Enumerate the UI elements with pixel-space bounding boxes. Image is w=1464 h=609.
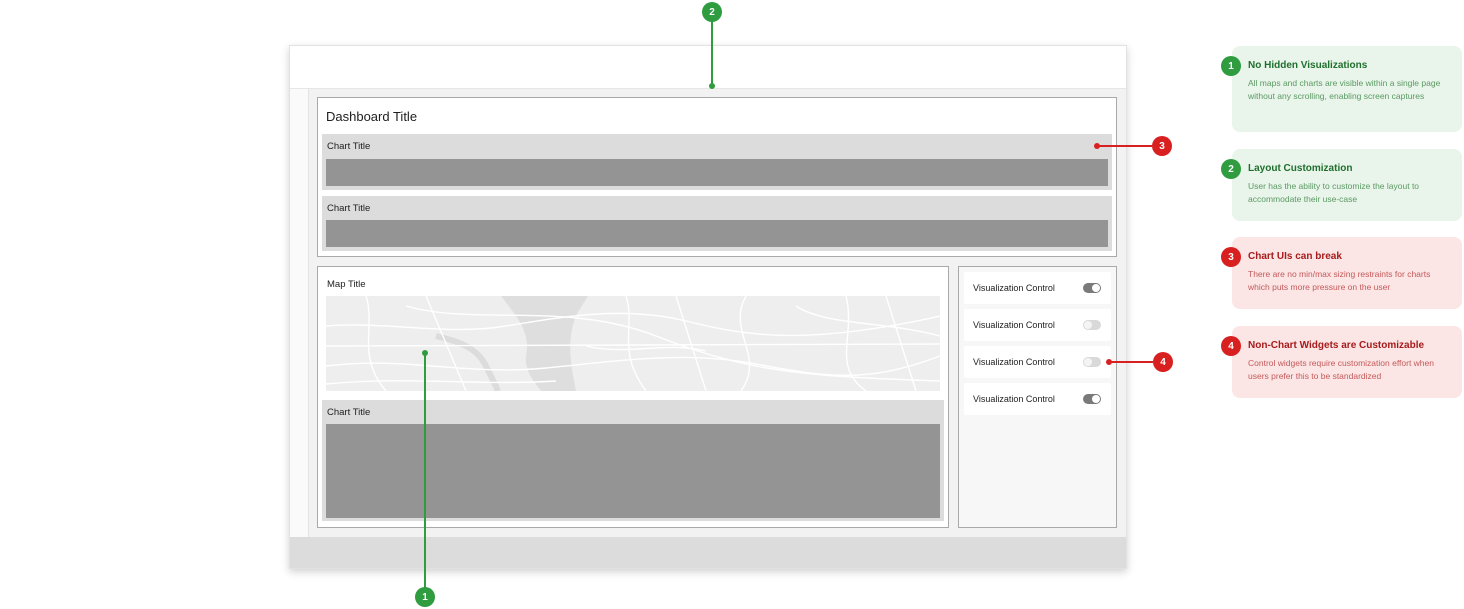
toggle-switch[interactable] [1083, 283, 1101, 293]
controls-panel: Visualization Control Visualization Cont… [958, 266, 1117, 528]
visualization-control: Visualization Control [964, 346, 1111, 378]
toggle-knob [1084, 321, 1092, 329]
note-no-hidden-visualizations: 1 No Hidden Visualizations All maps and … [1221, 46, 1462, 132]
note-layout-customization: 2 Layout Customization User has the abil… [1221, 149, 1462, 221]
map-roads [326, 296, 940, 391]
note-title: Layout Customization [1248, 163, 1353, 174]
chart-placeholder [326, 159, 1108, 186]
dashboard-title: Dashboard Title [326, 109, 418, 124]
visualization-control: Visualization Control [964, 383, 1111, 415]
chart-card[interactable]: Chart Title [322, 196, 1112, 251]
annotation-line [1111, 361, 1153, 363]
window-header [290, 46, 1126, 89]
chart-title: Chart Title [327, 141, 371, 152]
control-label: Visualization Control [973, 394, 1055, 404]
annotation-marker-2: 2 [702, 2, 722, 22]
annotation-marker-1: 1 [415, 587, 435, 607]
note-title: No Hidden Visualizations [1248, 60, 1368, 71]
note-description: All maps and charts are visible within a… [1248, 78, 1441, 101]
visualization-control: Visualization Control [964, 309, 1111, 341]
note-number-badge: 1 [1221, 56, 1241, 76]
chart-card[interactable]: Chart Title [322, 134, 1112, 190]
toggle-switch[interactable] [1083, 357, 1101, 367]
annotation-dot [709, 83, 715, 89]
toggle-knob [1084, 358, 1092, 366]
chart-card[interactable]: Chart Title [322, 400, 944, 521]
annotation-marker-3: 3 [1152, 136, 1172, 156]
toggle-knob [1092, 395, 1100, 403]
toggle-switch[interactable] [1083, 320, 1101, 330]
map-panel: Map Title Chart Title [317, 266, 949, 528]
note-chart-uis-can-break: 3 Chart UIs can break There are no min/m… [1221, 237, 1462, 309]
note-number-badge: 4 [1221, 336, 1241, 356]
note-title: Chart UIs can break [1248, 251, 1342, 262]
note-description: User has the ability to customize the la… [1248, 181, 1420, 204]
note-number-badge: 3 [1221, 247, 1241, 267]
chart-placeholder [326, 220, 1108, 247]
note-description: There are no min/max sizing restraints f… [1248, 269, 1431, 292]
control-label: Visualization Control [973, 357, 1055, 367]
map-view[interactable] [326, 296, 940, 391]
control-label: Visualization Control [973, 283, 1055, 293]
chart-title: Chart Title [327, 203, 371, 214]
note-non-chart-widgets: 4 Non-Chart Widgets are Customizable Con… [1221, 326, 1462, 398]
note-description: Control widgets require customization ef… [1248, 358, 1434, 381]
chart-placeholder [326, 424, 940, 518]
annotation-line [424, 355, 426, 588]
chart-title: Chart Title [327, 407, 371, 418]
annotation-marker-4: 4 [1153, 352, 1173, 372]
note-number-badge: 2 [1221, 159, 1241, 179]
window-sidebar [290, 89, 309, 539]
annotation-line [1099, 145, 1152, 147]
control-label: Visualization Control [973, 320, 1055, 330]
toggle-switch[interactable] [1083, 394, 1101, 404]
toggle-knob [1092, 284, 1100, 292]
annotation-line [711, 22, 713, 84]
dashboard-panel: Dashboard Title Chart Title Chart Title [317, 97, 1117, 257]
visualization-control: Visualization Control [964, 272, 1111, 304]
note-title: Non-Chart Widgets are Customizable [1248, 340, 1425, 351]
map-title: Map Title [327, 279, 366, 290]
window-footer [290, 537, 1126, 568]
